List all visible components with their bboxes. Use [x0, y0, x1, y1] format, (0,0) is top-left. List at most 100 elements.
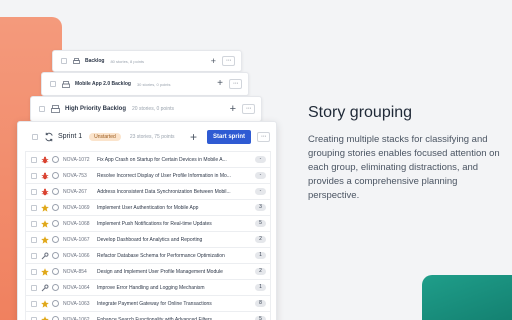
issue-row[interactable]: NOVA-854 Design and Implement User Profil… [25, 263, 271, 279]
issue-summary: Refactor Database Schema for Performance… [97, 252, 225, 259]
issue-summary: Implement Push Notifications for Real-ti… [97, 220, 212, 227]
backlog-checkbox[interactable] [39, 106, 45, 112]
sprint-meta: 23 stories, 75 points [129, 133, 175, 140]
story-points-badge: 5 [255, 220, 266, 227]
backlog-meta: 80 stories, 8 points [110, 58, 145, 64]
stack-icon [51, 105, 60, 113]
backlog-checkbox[interactable] [50, 81, 56, 87]
backlog-title: High Priority Backlog [65, 106, 127, 112]
story-points-badge: 1 [255, 252, 266, 259]
issue-checkbox[interactable] [31, 284, 37, 291]
issue-checkbox[interactable] [31, 156, 37, 163]
issue-row[interactable]: NOVA-1068 Implement Push Notifications fo… [25, 215, 271, 231]
issue-key: NOVA-1072 [63, 156, 90, 163]
story-points-badge: 8 [255, 300, 266, 307]
bug-icon [41, 188, 49, 196]
sprint-title: Sprint 1 [58, 133, 83, 140]
backlog-checkbox[interactable] [61, 58, 67, 64]
issue-summary: Design and Implement User Profile Manage… [97, 268, 223, 275]
status-circle-icon[interactable] [52, 316, 59, 320]
issue-row[interactable]: NOVA-1064 Improve Error Handling and Logg… [25, 279, 271, 295]
backlog-card[interactable]: Backlog 80 stories, 8 points + ··· [52, 50, 242, 72]
more-options-button[interactable]: ··· [242, 104, 255, 114]
issue-summary: Resolve Incorrect Display of User Profil… [97, 172, 231, 179]
task-icon [41, 283, 49, 292]
story-icon [41, 315, 49, 320]
issue-checkbox[interactable] [31, 300, 37, 307]
story-points-badge: 5 [255, 316, 266, 320]
issue-summary: Improve Error Handling and Logging Mecha… [97, 284, 205, 291]
decorative-teal-panel [422, 275, 512, 320]
issue-summary: Integrate Payment Gateway for Online Tra… [97, 300, 212, 307]
issue-summary: Implement User Authentication for Mobile… [97, 204, 199, 211]
issue-checkbox[interactable] [31, 252, 37, 259]
start-sprint-button[interactable]: Start sprint [206, 129, 251, 144]
more-options-button[interactable]: ··· [229, 79, 242, 89]
status-circle-icon[interactable] [52, 300, 59, 307]
status-circle-icon[interactable] [52, 252, 59, 259]
issue-key: NOVA-1066 [63, 252, 90, 259]
status-circle-icon[interactable] [52, 268, 59, 275]
issue-row[interactable]: NOVA-267 Address Inconsistent Data Synchr… [25, 183, 271, 199]
sprint-header: Sprint 1 Unstarted 23 stories, 75 points… [18, 122, 276, 151]
bug-icon [41, 172, 49, 180]
story-icon [41, 267, 49, 276]
issue-key: NOVA-1064 [63, 284, 90, 291]
more-options-button[interactable]: ··· [222, 56, 235, 66]
issue-checkbox[interactable] [31, 268, 37, 275]
issue-checkbox[interactable] [31, 188, 37, 195]
issue-key: NOVA-1062 [63, 316, 90, 320]
issue-row[interactable]: NOVA-1063 Integrate Payment Gateway for O… [25, 295, 271, 311]
issue-key: NOVA-267 [63, 188, 87, 195]
issue-checkbox[interactable] [31, 220, 37, 227]
add-story-button[interactable]: + [217, 79, 223, 89]
more-options-button[interactable]: ··· [257, 131, 270, 142]
story-points-badge: 2 [255, 268, 266, 275]
issue-row[interactable]: NOVA-1067 Develop Dashboard for Analytics… [25, 231, 271, 247]
mobile-backlog-card[interactable]: Mobile App 2.0 Backlog 30 stories, 0 poi… [41, 72, 249, 96]
issue-list: NOVA-1072 Fix App Crash on Startup for Ce… [25, 151, 271, 320]
issue-key: NOVA-854 [63, 268, 87, 275]
status-circle-icon[interactable] [52, 156, 59, 163]
status-circle-icon[interactable] [52, 172, 59, 179]
story-icon [41, 219, 49, 228]
bug-icon [41, 156, 49, 164]
stack-icon [62, 80, 70, 88]
story-points-badge: 2 [255, 236, 266, 243]
feature-heading: Story grouping [308, 104, 413, 121]
issue-checkbox[interactable] [31, 316, 37, 320]
issue-row[interactable]: NOVA-1062 Enhance Search Functionality wi… [25, 311, 271, 320]
add-story-button[interactable]: + [230, 103, 236, 115]
add-story-button[interactable]: + [190, 131, 197, 143]
issue-row[interactable]: NOVA-753 Resolve Incorrect Display of Use… [25, 167, 271, 183]
status-circle-icon[interactable] [52, 284, 59, 291]
story-points-badge: - [255, 172, 266, 179]
story-icon [41, 203, 49, 212]
sprint-checkbox[interactable] [32, 133, 38, 140]
stack-icon [73, 58, 80, 64]
issue-row[interactable]: NOVA-1066 Refactor Database Schema for Pe… [25, 247, 271, 263]
status-circle-icon[interactable] [52, 236, 59, 243]
status-circle-icon[interactable] [52, 204, 59, 211]
issue-checkbox[interactable] [31, 204, 37, 211]
high-priority-backlog-card[interactable]: High Priority Backlog 20 stories, 0 poin… [30, 96, 262, 122]
story-points-badge: 3 [255, 204, 266, 211]
issue-summary: Develop Dashboard for Analytics and Repo… [97, 236, 203, 243]
feature-description: Creating multiple stacks for classifying… [308, 134, 500, 201]
story-points-badge: - [255, 156, 266, 163]
issue-key: NOVA-1069 [63, 204, 90, 211]
story-points-badge: 1 [255, 284, 266, 291]
issue-row[interactable]: NOVA-1072 Fix App Crash on Startup for Ce… [25, 151, 271, 167]
issue-summary: Enhance Search Functionality with Advanc… [97, 316, 213, 320]
story-points-badge: - [255, 188, 266, 195]
issue-checkbox[interactable] [31, 236, 37, 243]
status-circle-icon[interactable] [52, 220, 59, 227]
sprint-card: Sprint 1 Unstarted 23 stories, 75 points… [17, 121, 277, 320]
story-icon [41, 299, 49, 308]
issue-checkbox[interactable] [31, 172, 37, 179]
status-circle-icon[interactable] [52, 188, 59, 195]
backlog-title: Backlog [85, 58, 105, 64]
sprint-cycle-icon [44, 132, 54, 142]
issue-row[interactable]: NOVA-1069 Implement User Authentication f… [25, 199, 271, 215]
add-story-button[interactable]: + [211, 56, 216, 66]
